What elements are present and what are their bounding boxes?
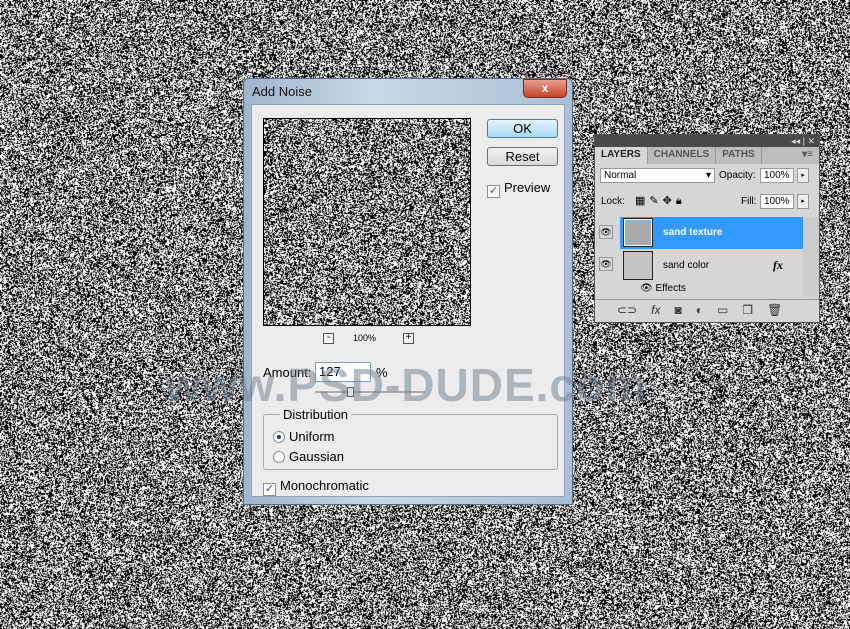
lock-all-icon[interactable]: 🔒︎ [676, 195, 686, 207]
lock-move-icon[interactable]: ✥ [663, 195, 676, 207]
preview-label: Preview [504, 180, 550, 195]
folder-icon[interactable]: ▭ [717, 303, 728, 321]
blend-mode-select[interactable]: Normal ▾ [600, 168, 715, 183]
fx-icon[interactable]: fx [773, 258, 783, 273]
amount-slider[interactable] [315, 391, 425, 393]
trash-icon[interactable]: 🗑︎ [767, 303, 782, 321]
monochromatic-checkbox[interactable]: ✓ Monochromatic [263, 478, 369, 496]
amount-slider-thumb[interactable] [347, 387, 354, 397]
fill-arrow-button[interactable]: ▸ [797, 194, 809, 209]
tab-layers[interactable]: LAYERS [595, 147, 648, 164]
panel-collapse-controls[interactable]: ◂◂ | ✕ [595, 135, 819, 147]
blend-mode-value: Normal [604, 170, 636, 181]
dialog-title: Add Noise [252, 84, 312, 99]
link-icon[interactable]: ⊂⊃ [617, 303, 637, 321]
lock-transparent-icon[interactable]: ▦ [635, 195, 649, 207]
layer-thumbnail [623, 218, 653, 247]
zoom-level: 100% [353, 333, 376, 343]
opacity-label: Opacity: [719, 170, 756, 181]
radio-icon [273, 451, 285, 463]
new-layer-icon[interactable]: ❐ [742, 303, 753, 321]
radio-selected-icon [273, 431, 285, 443]
monochromatic-label: Monochromatic [280, 478, 369, 493]
mask-icon[interactable]: ◙ [674, 303, 681, 321]
distribution-group: Distribution Uniform Gaussian [263, 414, 558, 470]
visibility-eye-icon[interactable]: 👁︎ [599, 225, 613, 239]
visibility-eye-icon[interactable]: 👁︎ [599, 257, 613, 271]
lock-label: Lock: [601, 196, 625, 207]
tab-channels[interactable]: CHANNELS [648, 147, 717, 164]
fx-menu-icon[interactable]: fx [651, 303, 660, 321]
amount-label: Amount: [263, 365, 311, 380]
effects-row[interactable]: 👁︎ Effects [640, 283, 686, 294]
layers-scrollbar[interactable] [803, 217, 819, 297]
gaussian-radio[interactable]: Gaussian [273, 449, 344, 464]
zoom-in-button[interactable]: + [403, 333, 414, 344]
layer-name: sand color [663, 260, 709, 271]
reset-button[interactable]: Reset [487, 147, 558, 166]
amount-unit: % [376, 365, 388, 380]
zoom-out-button[interactable]: - [323, 333, 334, 344]
checkbox-icon: ✓ [487, 185, 500, 198]
ok-button[interactable]: OK [487, 119, 558, 138]
distribution-label: Distribution [280, 407, 351, 422]
panel-menu-icon[interactable]: ▾≡ [796, 147, 819, 164]
gaussian-label: Gaussian [289, 449, 344, 464]
layer-thumbnail [623, 251, 653, 280]
layer-row-sand-color[interactable]: sand color fx [620, 250, 803, 282]
layers-panel: ◂◂ | ✕ LAYERS CHANNELS PATHS ▾≡ Normal ▾ … [594, 134, 820, 323]
layer-row-sand-texture[interactable]: sand texture [620, 217, 803, 249]
adjustment-icon[interactable]: ◐ [696, 303, 703, 321]
lock-paint-icon[interactable]: ✎ [649, 195, 662, 207]
fill-label: Fill: [741, 196, 757, 207]
opacity-input[interactable]: 100% [760, 168, 794, 183]
add-noise-dialog: Add Noise x - 100% + OK Reset ✓ Preview A… [243, 78, 573, 505]
uniform-label: Uniform [289, 429, 335, 444]
close-button[interactable]: x [523, 79, 567, 98]
eye-icon: 👁︎ [640, 283, 655, 294]
preview-checkbox[interactable]: ✓ Preview [487, 180, 550, 198]
tab-paths[interactable]: PATHS [716, 147, 761, 164]
chevron-down-icon: ▾ [706, 170, 711, 181]
panel-footer: ⊂⊃ fx ◙ ◐ ▭ ❐ 🗑︎ [595, 299, 819, 321]
fill-input[interactable]: 100% [760, 194, 794, 209]
opacity-arrow-button[interactable]: ▸ [797, 168, 809, 183]
checkbox-icon: ✓ [263, 483, 276, 496]
effects-label: Effects [655, 283, 685, 294]
preview-area[interactable] [263, 118, 471, 326]
amount-input[interactable]: 127 [315, 362, 371, 382]
uniform-radio[interactable]: Uniform [273, 429, 335, 444]
layer-name: sand texture [663, 227, 722, 238]
lock-icons: ▦✎✥🔒︎ [635, 194, 686, 208]
